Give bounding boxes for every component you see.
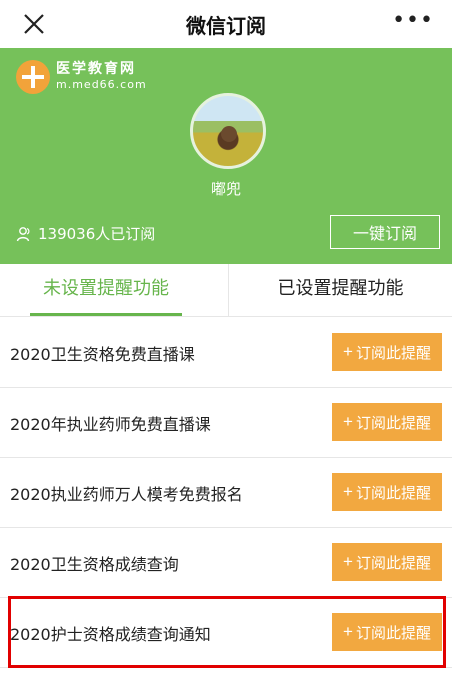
subscriber-count: 139036人已订阅 (16, 223, 155, 244)
subscriber-count-label: 139036人已订阅 (38, 225, 156, 243)
tab-no-reminder[interactable]: 未设置提醒功能 (30, 264, 182, 316)
subscribe-reminder-button[interactable]: + 订阅此提醒 (332, 613, 442, 651)
list-item-title: 2020卫生资格免费直播课 (10, 345, 195, 364)
logo-cross-icon (16, 60, 50, 94)
subscribe-reminder-button[interactable]: + 订阅此提醒 (332, 473, 442, 511)
subscribe-all-button[interactable]: 一键订阅 (330, 215, 440, 249)
user-icon (16, 226, 30, 241)
list-item-title: 2020执业药师万人模考免费报名 (10, 485, 243, 504)
top-bar: 微信订阅 ••• (0, 0, 452, 48)
subscribe-reminder-button[interactable]: + 订阅此提醒 (332, 333, 442, 371)
list-item: 2020卫生资格免费直播课 + 订阅此提醒 (0, 317, 452, 388)
list-item: 2020执业药师万人模考免费报名 + 订阅此提醒 (0, 457, 452, 528)
profile-banner: 医学教育网 m.med66.com 嘟兜 139036人已订阅 一键订阅 (0, 48, 452, 264)
username: 嘟兜 (210, 180, 241, 198)
plus-icon: + (343, 552, 353, 571)
subscribe-reminder-button[interactable]: + 订阅此提醒 (332, 543, 442, 581)
plus-icon: + (343, 482, 353, 501)
list-item: 2020年执业药师免费直播课 + 订阅此提醒 (0, 387, 452, 458)
brand-url: m.med66.com (56, 78, 147, 91)
tab-bar: 未设置提醒功能 已设置提醒功能 (0, 264, 452, 317)
list-item-title: 2020卫生资格成绩查询 (10, 555, 179, 574)
more-icon[interactable]: ••• (392, 8, 434, 33)
list-item-title: 2020护士资格成绩查询通知 (10, 625, 211, 644)
list-item-title: 2020年执业药师免费直播课 (10, 415, 211, 434)
page-title: 微信订阅 (186, 14, 266, 38)
plus-icon: + (343, 412, 353, 431)
list-item: 2020护士资格成绩查询通知 + 订阅此提醒 (0, 597, 452, 668)
brand-name: 医学教育网 (56, 61, 136, 77)
plus-icon: + (343, 622, 353, 641)
subscribe-reminder-button[interactable]: + 订阅此提醒 (332, 403, 442, 441)
avatar (190, 93, 266, 169)
tab-reminder-set[interactable]: 已设置提醒功能 (228, 264, 452, 316)
list-item: 2020卫生资格成绩查询 + 订阅此提醒 (0, 527, 452, 598)
brand-logo: 医学教育网 m.med66.com (16, 60, 147, 94)
plus-icon: + (343, 342, 353, 361)
